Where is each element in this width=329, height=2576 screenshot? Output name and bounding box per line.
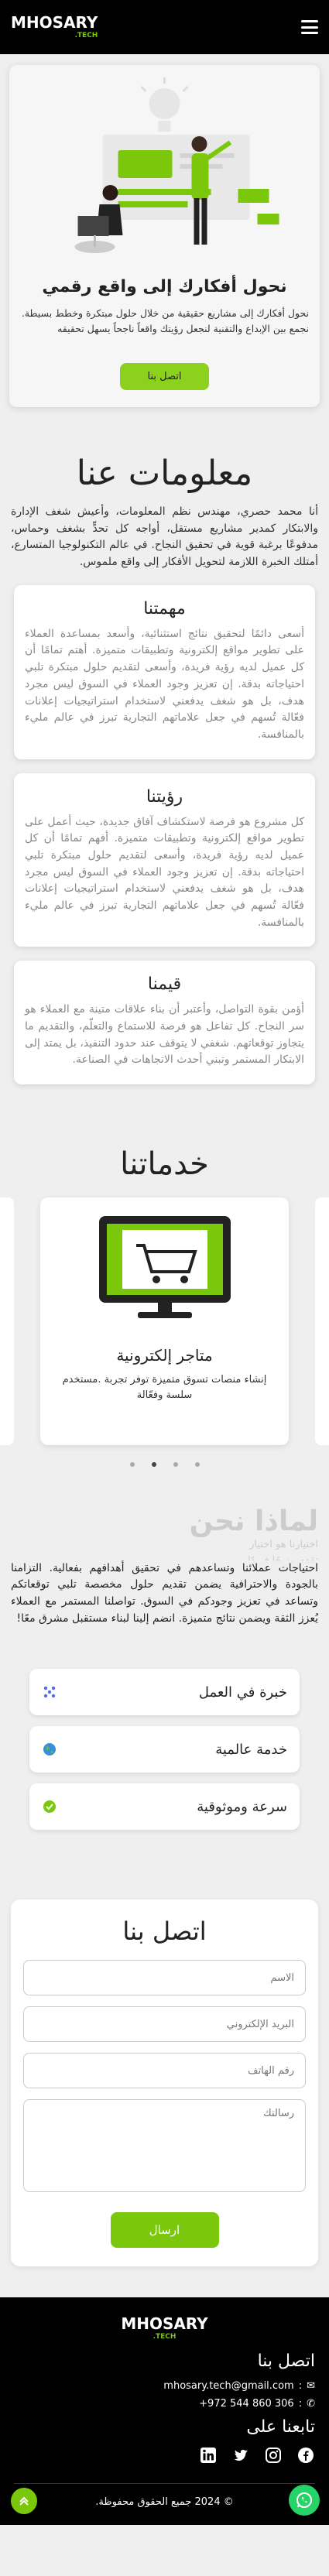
hamburger-menu-icon[interactable] bbox=[301, 20, 318, 34]
why-us-faded-line-1: اختيارنا هو اختيار bbox=[249, 1539, 318, 1551]
footer-phone[interactable]: ✆ : +972 544 860 306 bbox=[14, 2398, 315, 2410]
social-links bbox=[14, 2446, 315, 2465]
mission-text: أسعى دائمًا لتحقيق نتائج استثنائية، وأسع… bbox=[25, 627, 304, 741]
whatsapp-icon[interactable] bbox=[289, 2485, 320, 2516]
logo-subtext: .TECH bbox=[74, 32, 98, 39]
phone-input[interactable] bbox=[23, 2053, 306, 2089]
why-us-title: لماذا نحن bbox=[189, 1506, 318, 1538]
feature-global: خدمة عالمية bbox=[29, 1726, 300, 1773]
contact-form: اتصل بنا ارسال bbox=[11, 1899, 318, 2267]
footer-follow-title: تابعنا على bbox=[246, 2417, 315, 2437]
copyright-text: © 2024 جميع الحقوق محفوظة. bbox=[14, 2483, 315, 2525]
about-title: معلومات عنا bbox=[76, 454, 253, 493]
services-carousel[interactable]: متاجر إلكترونية إنشاء منصات تسوق متميزة … bbox=[0, 1197, 329, 1453]
facebook-icon[interactable] bbox=[296, 2446, 315, 2465]
footer-email-text: mhosary.tech@gmail.com bbox=[163, 2380, 294, 2393]
service-card[interactable]: متاجر إلكترونية إنشاء منصات تسوق متميزة … bbox=[40, 1197, 289, 1446]
why-us-section: لماذا نحن اختيارنا هو اختيار تقدم مزيجًا… bbox=[0, 1475, 329, 1838]
services-title: خدماتنا bbox=[120, 1146, 209, 1183]
feature-label: سرعة وموثوقية bbox=[197, 1798, 287, 1815]
carousel-dot[interactable] bbox=[151, 1462, 156, 1468]
mission-title: مهمتنا bbox=[143, 598, 186, 618]
hero-section: نحول أفكارك إلى واقع رقمي نحول أفكارك إل… bbox=[0, 54, 329, 407]
features-list: خبرة في العمل خدمة عالمية سرعة وموثوقية bbox=[11, 1627, 318, 1831]
send-button[interactable]: ارسال bbox=[110, 2212, 219, 2249]
about-intro: أنا محمد حصري، مهندس نظم المعلومات، وأعي… bbox=[11, 505, 318, 569]
shopping-cart-monitor-icon bbox=[98, 1216, 231, 1319]
contact-title: اتصل بنا bbox=[122, 1917, 207, 1947]
hero-card: نحول أفكارك إلى واقع رقمي نحول أفكارك إل… bbox=[9, 65, 320, 407]
vision-card: رؤيتنا كل مشروع هو فرصة لاستكشاف آفاق جد… bbox=[14, 772, 315, 947]
globe-icon bbox=[42, 1742, 57, 1757]
email-input[interactable] bbox=[23, 2006, 306, 2043]
footer-phone-text: +972 544 860 306 bbox=[199, 2398, 294, 2410]
why-us-text: احتياجات عملائنا وتساعدهم في تحقيق أهداف… bbox=[11, 1560, 318, 1628]
grid-dots-icon bbox=[42, 1684, 57, 1700]
values-title: قيمنا bbox=[147, 975, 182, 995]
carousel-prev-peek[interactable] bbox=[0, 1197, 14, 1446]
carousel-next-peek[interactable] bbox=[315, 1197, 329, 1446]
linkedin-icon[interactable] bbox=[199, 2446, 218, 2465]
phone-icon: ✆ bbox=[307, 2398, 315, 2410]
contact-section: اتصل بنا ارسال bbox=[0, 1838, 329, 2297]
footer-phone-sep: : bbox=[298, 2398, 303, 2410]
feature-label: خدمة عالمية bbox=[215, 1741, 287, 1758]
hero-contact-button[interactable]: اتصل بنا bbox=[119, 363, 210, 390]
carousel-dot[interactable] bbox=[129, 1462, 135, 1468]
hero-description: نحول أفكارك إلى مشاريع حقيقية من خلال حل… bbox=[21, 307, 309, 334]
twitter-icon[interactable] bbox=[231, 2446, 250, 2465]
feature-experience: خبرة في العمل bbox=[29, 1669, 300, 1716]
footer-email-sep: : bbox=[298, 2380, 303, 2393]
message-textarea[interactable] bbox=[23, 2099, 306, 2193]
services-section: خدماتنا متاجر إلكترونية إنشاء منصات تسوق… bbox=[0, 1092, 329, 1475]
carousel-dot[interactable] bbox=[173, 1462, 178, 1468]
values-card: قيمنا أؤمن بقوة التواصل، وأعتبر أن بناء … bbox=[14, 961, 315, 1085]
carousel-dot[interactable] bbox=[194, 1462, 200, 1468]
mission-card: مهمتنا أسعى دائمًا لتحقيق نتائج استثنائي… bbox=[14, 584, 315, 759]
logo-text: MHOSARY bbox=[11, 13, 98, 32]
name-input[interactable] bbox=[23, 1960, 306, 1996]
footer-email[interactable]: ✉ : mhosary.tech@gmail.com bbox=[14, 2380, 315, 2392]
check-circle-icon bbox=[42, 1799, 57, 1814]
service-description: إنشاء منصات تسوق متميزة توفر تجربة .مستخ… bbox=[62, 1374, 267, 1401]
footer-logo-text: MHOSARY bbox=[121, 2314, 208, 2334]
feature-label: خبرة في العمل bbox=[198, 1684, 287, 1701]
carousel-dots bbox=[0, 1462, 329, 1468]
about-section: معلومات عنا أنا محمد حصري، مهندس نظم الم… bbox=[0, 407, 329, 1092]
feature-speed: سرعة وموثوقية bbox=[29, 1783, 300, 1831]
hero-title: نحول أفكارك إلى واقع رقمي bbox=[42, 277, 287, 296]
footer-logo[interactable]: MHOSARY .TECH bbox=[14, 2316, 315, 2341]
footer-contact-title: اتصل بنا bbox=[257, 2352, 315, 2372]
hero-illustration bbox=[74, 77, 279, 253]
vision-text: كل مشروع هو فرصة لاستكشاف آفاق جديدة، حي… bbox=[25, 815, 304, 929]
top-navbar: MHOSARY .TECH bbox=[0, 0, 329, 54]
site-footer: MHOSARY .TECH اتصل بنا ✉ : mhosary.tech@… bbox=[0, 2297, 329, 2526]
values-text: أؤمن بقوة التواصل، وأعتبر أن بناء علاقات… bbox=[25, 1003, 304, 1067]
site-logo[interactable]: MHOSARY .TECH bbox=[11, 15, 98, 39]
service-title: متاجر إلكترونية bbox=[116, 1346, 213, 1365]
instagram-icon[interactable] bbox=[264, 2446, 283, 2465]
envelope-icon: ✉ bbox=[307, 2380, 315, 2393]
footer-logo-subtext: .TECH bbox=[153, 2333, 176, 2341]
vision-title: رؤيتنا bbox=[146, 786, 183, 807]
